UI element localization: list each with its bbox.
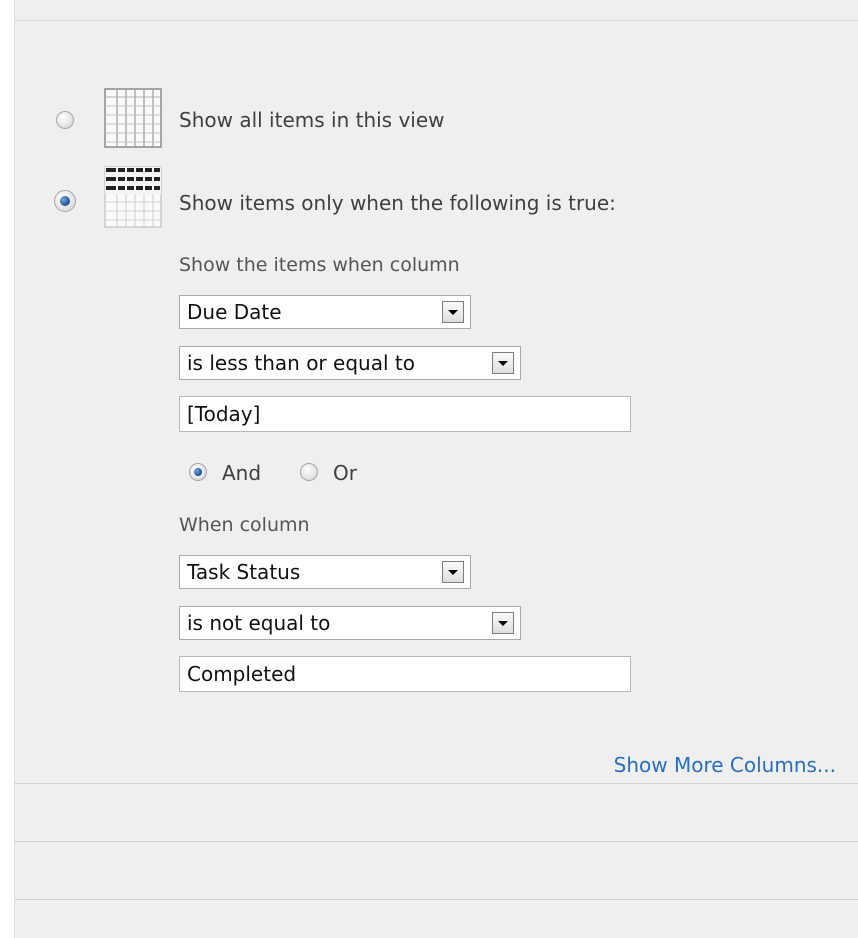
chevron-down-icon[interactable]	[492, 612, 514, 634]
condition2-column-value: Task Status	[187, 560, 301, 584]
left-margin	[0, 0, 14, 938]
or-label: Or	[333, 461, 357, 485]
condition2-operator-select[interactable]: is not equal to	[179, 606, 521, 640]
show-filtered-radio[interactable]	[54, 190, 76, 212]
show-more-columns-link[interactable]: Show More Columns...	[614, 753, 836, 777]
and-radio[interactable]	[189, 463, 207, 481]
condition1-operator-select[interactable]: is less than or equal to	[179, 346, 521, 380]
chevron-down-icon[interactable]	[442, 301, 464, 323]
condition1-value-input[interactable]	[179, 396, 631, 432]
table-grid-icon	[104, 88, 162, 148]
show-all-label: Show all items in this view	[179, 108, 445, 132]
show-all-radio[interactable]	[56, 111, 74, 129]
chevron-down-icon[interactable]	[442, 561, 464, 583]
condition1-caption: Show the items when column	[179, 254, 460, 276]
and-label: And	[222, 461, 262, 485]
condition2-value-field[interactable]	[180, 657, 630, 691]
filtered-table-icon	[104, 166, 162, 228]
section-divider	[14, 899, 858, 900]
section-divider	[14, 783, 858, 784]
top-divider	[14, 20, 858, 21]
section-divider	[14, 841, 858, 842]
show-filtered-label: Show items only when the following is tr…	[179, 191, 616, 215]
condition1-value-field[interactable]	[180, 397, 630, 431]
chevron-down-icon[interactable]	[492, 352, 514, 374]
condition2-caption: When column	[179, 514, 310, 536]
condition2-column-select[interactable]: Task Status	[179, 555, 471, 589]
or-radio[interactable]	[300, 463, 318, 481]
condition1-operator-value: is less than or equal to	[187, 351, 415, 375]
condition1-column-value: Due Date	[187, 300, 282, 324]
condition2-operator-value: is not equal to	[187, 611, 331, 635]
condition2-value-input[interactable]	[179, 656, 631, 692]
condition1-column-select[interactable]: Due Date	[179, 295, 471, 329]
